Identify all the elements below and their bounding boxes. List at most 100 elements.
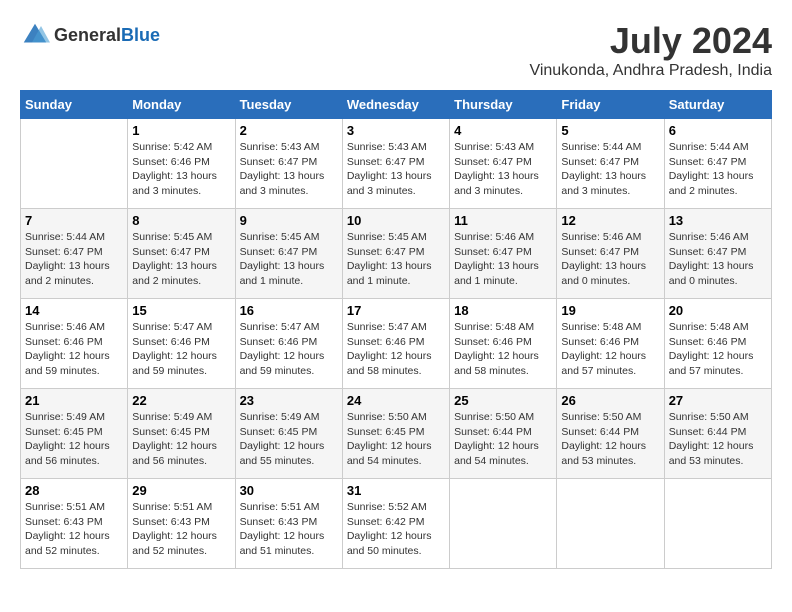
weekday-header-thursday: Thursday — [450, 91, 557, 119]
calendar-title: July 2024 — [529, 20, 772, 62]
day-number: 1 — [132, 123, 230, 138]
calendar-cell: 2 Sunrise: 5:43 AMSunset: 6:47 PMDaylight… — [235, 119, 342, 209]
calendar-cell: 12 Sunrise: 5:46 AMSunset: 6:47 PMDayligh… — [557, 209, 664, 299]
logo-blue: Blue — [121, 25, 160, 45]
day-info: Sunrise: 5:46 AMSunset: 6:46 PMDaylight:… — [25, 320, 123, 379]
day-number: 18 — [454, 303, 552, 318]
day-info: Sunrise: 5:42 AMSunset: 6:46 PMDaylight:… — [132, 140, 230, 199]
day-info: Sunrise: 5:49 AMSunset: 6:45 PMDaylight:… — [132, 410, 230, 469]
day-number: 10 — [347, 213, 445, 228]
calendar-cell: 4 Sunrise: 5:43 AMSunset: 6:47 PMDaylight… — [450, 119, 557, 209]
day-number: 24 — [347, 393, 445, 408]
day-number: 21 — [25, 393, 123, 408]
day-info: Sunrise: 5:49 AMSunset: 6:45 PMDaylight:… — [25, 410, 123, 469]
day-number: 25 — [454, 393, 552, 408]
week-row-5: 28Sunrise: 5:51 AMSunset: 6:43 PMDayligh… — [21, 479, 772, 569]
calendar-location: Vinukonda, Andhra Pradesh, India — [529, 62, 772, 80]
calendar-cell: 24 Sunrise: 5:50 AMSunset: 6:45 PMDayligh… — [342, 389, 449, 479]
weekday-header-monday: Monday — [128, 91, 235, 119]
day-number: 8 — [132, 213, 230, 228]
week-row-3: 14 Sunrise: 5:46 AMSunset: 6:46 PMDayligh… — [21, 299, 772, 389]
day-info: Sunrise: 5:43 AMSunset: 6:47 PMDaylight:… — [454, 140, 552, 199]
day-number: 11 — [454, 213, 552, 228]
day-info: Sunrise: 5:50 AMSunset: 6:44 PMDaylight:… — [561, 410, 659, 469]
day-number: 17 — [347, 303, 445, 318]
calendar-cell: 1 Sunrise: 5:42 AMSunset: 6:46 PMDaylight… — [128, 119, 235, 209]
calendar-cell: 10 Sunrise: 5:45 AMSunset: 6:47 PMDayligh… — [342, 209, 449, 299]
day-number: 19 — [561, 303, 659, 318]
day-number: 5 — [561, 123, 659, 138]
day-number: 2 — [240, 123, 338, 138]
calendar-cell — [664, 479, 771, 569]
day-info: Sunrise: 5:50 AMSunset: 6:45 PMDaylight:… — [347, 410, 445, 469]
day-number: 13 — [669, 213, 767, 228]
day-number: 20 — [669, 303, 767, 318]
day-info: Sunrise: 5:46 AMSunset: 6:47 PMDaylight:… — [561, 230, 659, 289]
weekday-header-friday: Friday — [557, 91, 664, 119]
calendar-cell: 25 Sunrise: 5:50 AMSunset: 6:44 PMDayligh… — [450, 389, 557, 479]
day-info: Sunrise: 5:51 AMSunset: 6:43 PMDaylight:… — [25, 500, 123, 559]
day-info: Sunrise: 5:43 AMSunset: 6:47 PMDaylight:… — [240, 140, 338, 199]
calendar-cell: 9Sunrise: 5:45 AMSunset: 6:47 PMDaylight… — [235, 209, 342, 299]
calendar-cell — [21, 119, 128, 209]
calendar-cell: 7 Sunrise: 5:44 AMSunset: 6:47 PMDaylight… — [21, 209, 128, 299]
calendar-cell: 27Sunrise: 5:50 AMSunset: 6:44 PMDayligh… — [664, 389, 771, 479]
day-info: Sunrise: 5:45 AMSunset: 6:47 PMDaylight:… — [240, 230, 338, 289]
day-info: Sunrise: 5:45 AMSunset: 6:47 PMDaylight:… — [347, 230, 445, 289]
day-info: Sunrise: 5:51 AMSunset: 6:43 PMDaylight:… — [240, 500, 338, 559]
logo-icon — [20, 20, 50, 50]
day-info: Sunrise: 5:52 AMSunset: 6:42 PMDaylight:… — [347, 500, 445, 559]
day-info: Sunrise: 5:44 AMSunset: 6:47 PMDaylight:… — [25, 230, 123, 289]
week-row-4: 21 Sunrise: 5:49 AMSunset: 6:45 PMDayligh… — [21, 389, 772, 479]
day-info: Sunrise: 5:46 AMSunset: 6:47 PMDaylight:… — [669, 230, 767, 289]
day-number: 31 — [347, 483, 445, 498]
weekday-header-row: SundayMondayTuesdayWednesdayThursdayFrid… — [21, 91, 772, 119]
calendar-cell: 8Sunrise: 5:45 AMSunset: 6:47 PMDaylight… — [128, 209, 235, 299]
day-info: Sunrise: 5:49 AMSunset: 6:45 PMDaylight:… — [240, 410, 338, 469]
calendar-cell: 5Sunrise: 5:44 AMSunset: 6:47 PMDaylight… — [557, 119, 664, 209]
day-info: Sunrise: 5:48 AMSunset: 6:46 PMDaylight:… — [561, 320, 659, 379]
day-number: 4 — [454, 123, 552, 138]
weekday-header-tuesday: Tuesday — [235, 91, 342, 119]
calendar-cell: 20 Sunrise: 5:48 AMSunset: 6:46 PMDayligh… — [664, 299, 771, 389]
calendar-cell: 23Sunrise: 5:49 AMSunset: 6:45 PMDayligh… — [235, 389, 342, 479]
title-block: July 2024 Vinukonda, Andhra Pradesh, Ind… — [529, 20, 772, 80]
day-number: 15 — [132, 303, 230, 318]
calendar-cell: 17Sunrise: 5:47 AMSunset: 6:46 PMDayligh… — [342, 299, 449, 389]
logo-general: General — [54, 25, 121, 45]
day-info: Sunrise: 5:50 AMSunset: 6:44 PMDaylight:… — [454, 410, 552, 469]
day-info: Sunrise: 5:51 AMSunset: 6:43 PMDaylight:… — [132, 500, 230, 559]
day-number: 29 — [132, 483, 230, 498]
calendar-cell: 28Sunrise: 5:51 AMSunset: 6:43 PMDayligh… — [21, 479, 128, 569]
day-info: Sunrise: 5:48 AMSunset: 6:46 PMDaylight:… — [669, 320, 767, 379]
day-info: Sunrise: 5:48 AMSunset: 6:46 PMDaylight:… — [454, 320, 552, 379]
day-number: 6 — [669, 123, 767, 138]
calendar-cell: 13 Sunrise: 5:46 AMSunset: 6:47 PMDayligh… — [664, 209, 771, 299]
day-info: Sunrise: 5:43 AMSunset: 6:47 PMDaylight:… — [347, 140, 445, 199]
calendar-cell: 11Sunrise: 5:46 AMSunset: 6:47 PMDayligh… — [450, 209, 557, 299]
calendar-cell: 18 Sunrise: 5:48 AMSunset: 6:46 PMDayligh… — [450, 299, 557, 389]
day-info: Sunrise: 5:50 AMSunset: 6:44 PMDaylight:… — [669, 410, 767, 469]
weekday-header-saturday: Saturday — [664, 91, 771, 119]
day-number: 14 — [25, 303, 123, 318]
day-info: Sunrise: 5:44 AMSunset: 6:47 PMDaylight:… — [669, 140, 767, 199]
day-number: 16 — [240, 303, 338, 318]
calendar-cell — [450, 479, 557, 569]
calendar-cell: 3 Sunrise: 5:43 AMSunset: 6:47 PMDaylight… — [342, 119, 449, 209]
day-info: Sunrise: 5:47 AMSunset: 6:46 PMDaylight:… — [240, 320, 338, 379]
calendar-cell: 14 Sunrise: 5:46 AMSunset: 6:46 PMDayligh… — [21, 299, 128, 389]
weekday-header-sunday: Sunday — [21, 91, 128, 119]
day-number: 7 — [25, 213, 123, 228]
day-number: 3 — [347, 123, 445, 138]
logo: GeneralBlue — [20, 20, 160, 50]
day-info: Sunrise: 5:47 AMSunset: 6:46 PMDaylight:… — [132, 320, 230, 379]
day-number: 22 — [132, 393, 230, 408]
calendar-cell: 19 Sunrise: 5:48 AMSunset: 6:46 PMDayligh… — [557, 299, 664, 389]
day-number: 12 — [561, 213, 659, 228]
calendar-cell: 22 Sunrise: 5:49 AMSunset: 6:45 PMDayligh… — [128, 389, 235, 479]
calendar-cell: 6 Sunrise: 5:44 AMSunset: 6:47 PMDaylight… — [664, 119, 771, 209]
calendar-cell: 31 Sunrise: 5:52 AMSunset: 6:42 PMDayligh… — [342, 479, 449, 569]
calendar-cell: 26 Sunrise: 5:50 AMSunset: 6:44 PMDayligh… — [557, 389, 664, 479]
day-number: 26 — [561, 393, 659, 408]
week-row-2: 7 Sunrise: 5:44 AMSunset: 6:47 PMDaylight… — [21, 209, 772, 299]
